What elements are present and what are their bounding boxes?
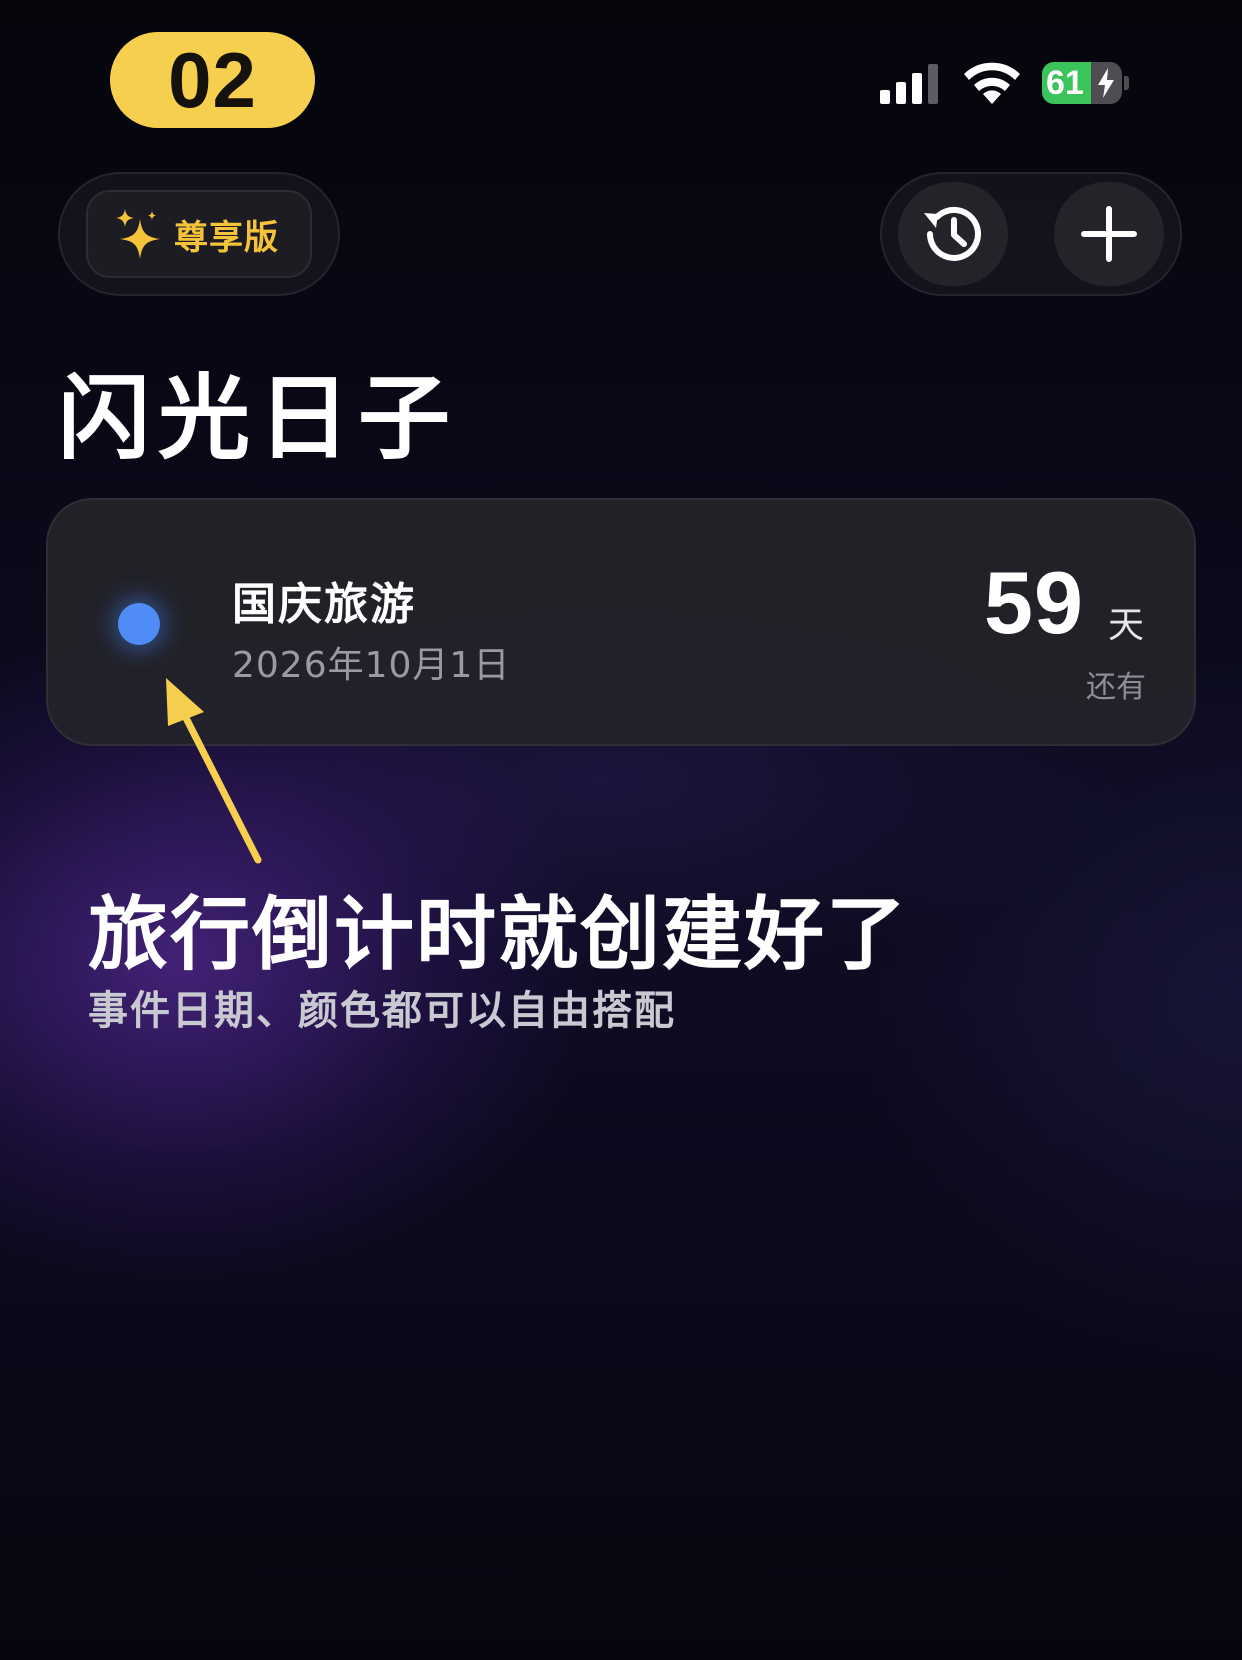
charging-bolt-icon [1098,68,1114,98]
battery-cap [1124,76,1129,90]
wifi-icon [964,62,1020,104]
step-badge: 02 [110,32,315,128]
history-icon [924,206,981,261]
event-color-dot [118,603,160,645]
history-button[interactable] [898,182,1008,286]
battery-body: 61 [1042,62,1122,104]
annotation-subtitle: 事件日期、颜色都可以自由搭配 [88,988,676,1034]
annotation-title: 旅行倒计时就创建好了 [88,888,908,981]
event-status-label: 还有 [1086,670,1146,705]
app-screen: 02 61 尊享版 闪光日子 国庆旅游 2026年10月1日 59 天 还有 旅… [0,0,1242,1660]
battery-indicator: 61 [1042,62,1129,104]
cellular-signal-icon [880,64,938,104]
battery-percent: 61 [1046,64,1084,102]
premium-button[interactable]: 尊享版 [86,190,312,278]
annotation-arrow-icon [166,678,262,864]
event-days-count: 59 [984,553,1084,652]
plus-icon [1081,206,1137,262]
event-days-unit: 天 [1108,605,1145,646]
premium-label: 尊享版 [174,217,279,258]
add-event-button[interactable] [1054,182,1164,286]
event-name: 国庆旅游 [232,579,416,630]
page-title: 闪光日子 [58,365,459,472]
sparkles-icon [116,209,160,259]
